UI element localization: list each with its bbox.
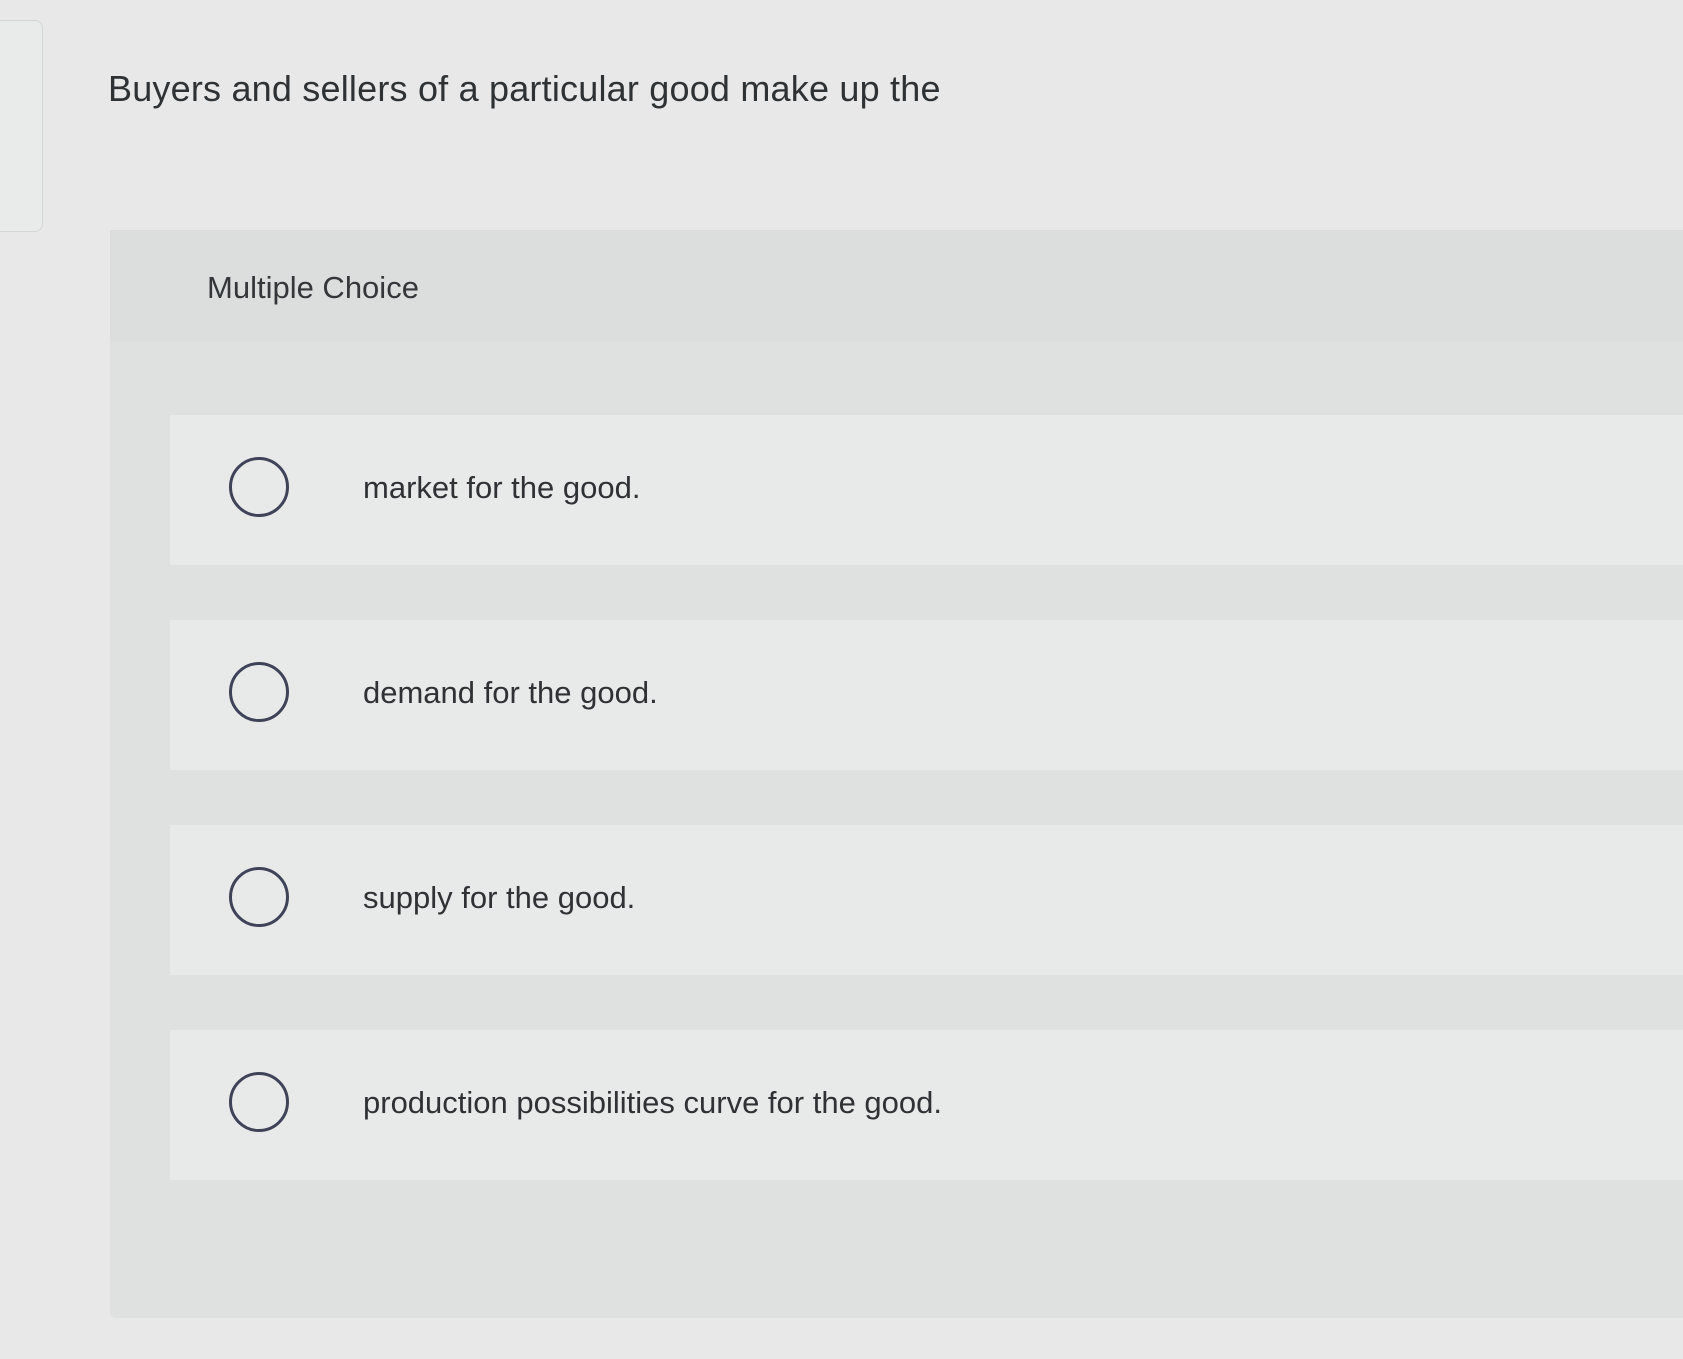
answer-option-label: demand for the good.	[363, 675, 658, 710]
radio-button-icon[interactable]	[229, 662, 289, 722]
answer-option-3[interactable]: supply for the good.	[170, 825, 1683, 975]
panel-header: Multiple Choice	[110, 230, 1683, 342]
radio-button-icon[interactable]	[229, 457, 289, 517]
question-prompt: Buyers and sellers of a particular good …	[108, 68, 941, 109]
answer-option-label: supply for the good.	[363, 880, 636, 915]
answer-option-2[interactable]: demand for the good.	[170, 620, 1683, 770]
answer-option-1[interactable]: market for the good.	[170, 415, 1683, 565]
answer-option-label: production possibilities curve for the g…	[363, 1085, 942, 1120]
radio-button-icon[interactable]	[229, 1072, 289, 1132]
answer-option-4[interactable]: production possibilities curve for the g…	[170, 1030, 1683, 1180]
side-tab	[0, 20, 43, 232]
radio-button-icon[interactable]	[229, 867, 289, 927]
answer-option-label: market for the good.	[363, 470, 641, 505]
multiple-choice-panel: Multiple Choice market for the good. dem…	[110, 230, 1683, 1318]
multiple-choice-label: Multiple Choice	[207, 270, 419, 305]
